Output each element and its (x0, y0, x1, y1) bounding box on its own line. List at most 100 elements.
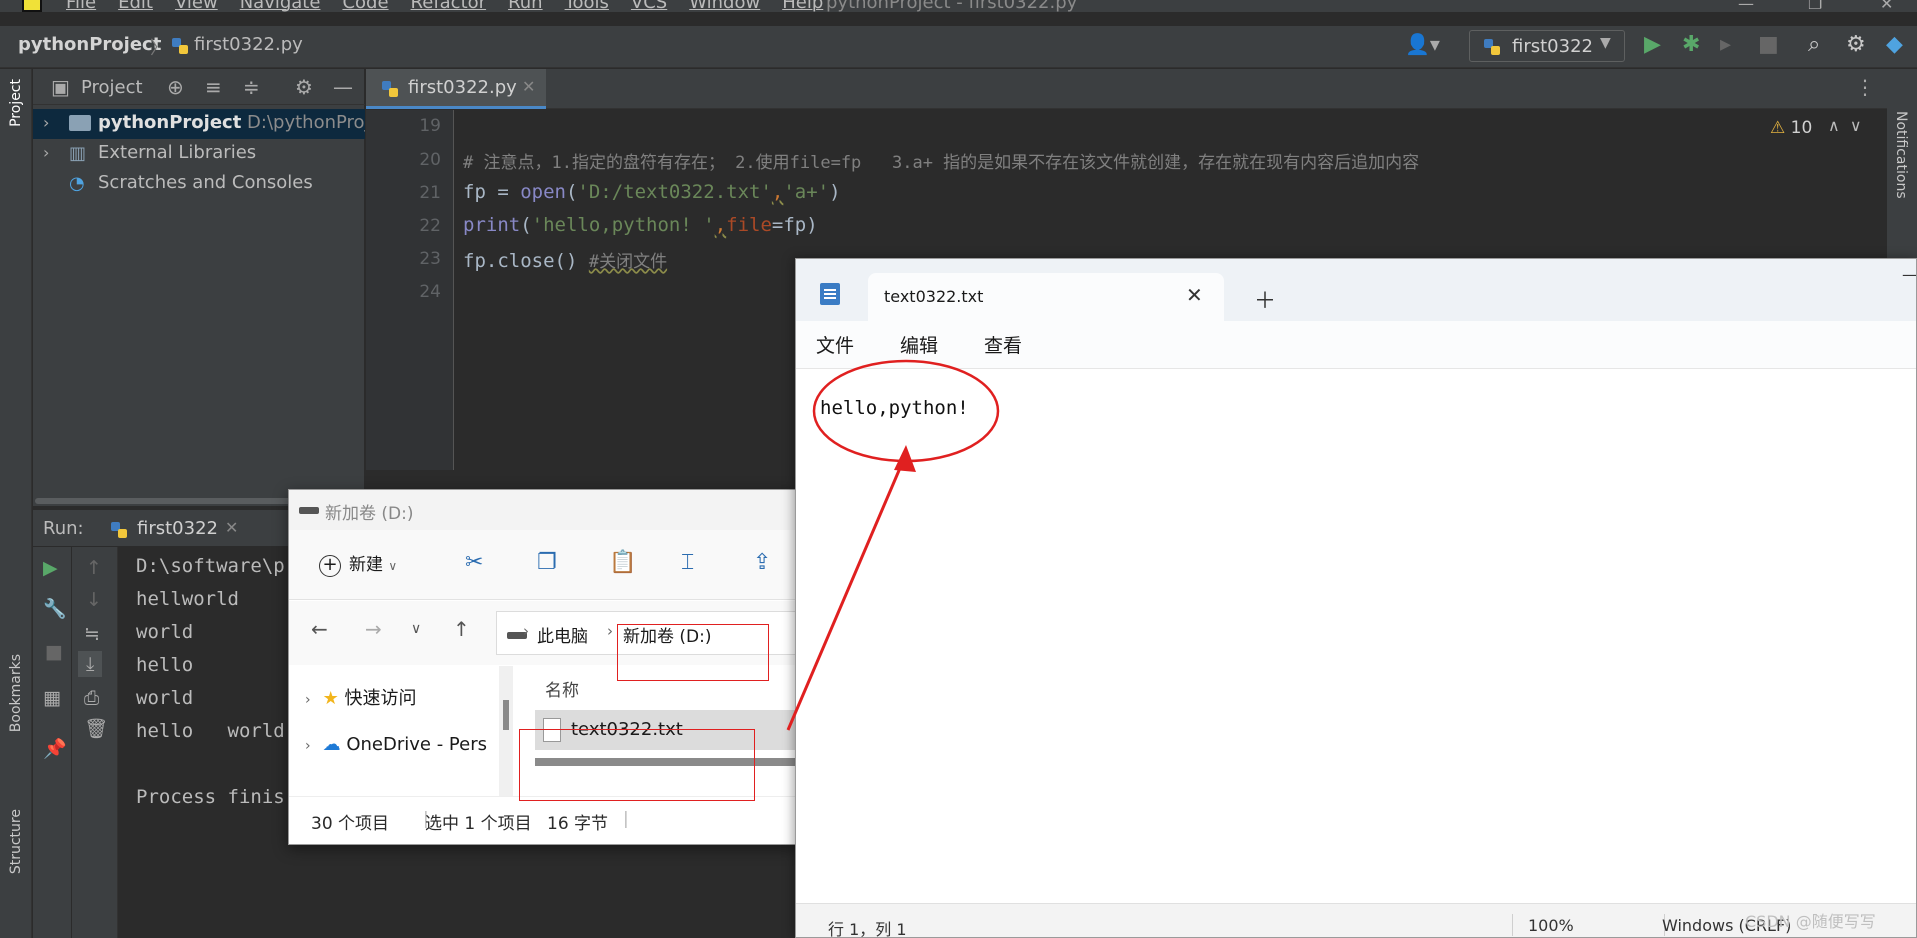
up-icon[interactable]: ↑ (453, 617, 470, 641)
menu-run[interactable]: Run (508, 0, 543, 12)
gear-icon[interactable]: ⚙ (295, 75, 313, 99)
code-token: , (714, 214, 727, 236)
scroll-to-end-icon[interactable]: ⤓ (78, 651, 103, 677)
arrow-down-icon[interactable]: ↓ (86, 589, 102, 611)
wrench-icon[interactable]: 🔧 (43, 597, 67, 620)
notepad-icon (820, 283, 840, 305)
tree-item-external-libraries[interactable]: › ▥ External Libraries (33, 139, 365, 169)
locate-icon[interactable]: ⊕ (167, 75, 184, 99)
scrollbar-thumb[interactable] (35, 498, 295, 504)
stop-icon[interactable]: ■ (45, 641, 63, 663)
menu-edit[interactable]: Edit (118, 0, 153, 12)
code-line-21: fp = open('D:/text0322.txt','a+') (463, 181, 841, 203)
add-tab-icon[interactable]: ＋ (1254, 283, 1276, 315)
console-line: D:\software\p (136, 555, 285, 577)
nav-item-quick-access[interactable]: › ★ 快速访问 (305, 684, 416, 710)
close-tab-icon[interactable]: ✕ (1186, 283, 1203, 307)
coverage-icon[interactable]: ▸ (1720, 32, 1731, 57)
debug-icon[interactable]: ✱ (1682, 32, 1700, 57)
settings-icon[interactable]: ⚙ (1846, 32, 1866, 57)
expand-all-icon[interactable]: ≡ (205, 75, 222, 99)
more-options-icon[interactable]: ⋮ (1855, 75, 1875, 99)
warning-navigation[interactable]: ∧ ∨ (1828, 116, 1862, 135)
rerun-icon[interactable]: ▶ (43, 557, 58, 579)
project-panel-title[interactable]: Project (81, 77, 143, 98)
chevron-right-icon: › (523, 622, 529, 640)
breadcrumb-file[interactable]: first0322.py (194, 34, 303, 55)
status-zoom: 100% (1528, 916, 1574, 935)
close-icon[interactable]: ✕ (1880, 0, 1893, 12)
notepad-tab-text0322[interactable]: text0322.txt ✕ (868, 273, 1224, 321)
cut-icon[interactable]: ✂ (465, 550, 483, 575)
close-tab-icon[interactable]: ✕ (522, 77, 535, 96)
recent-locations-icon[interactable]: ∨ (411, 621, 421, 637)
print-icon[interactable]: ⎙ (84, 687, 99, 709)
menu-navigate[interactable]: Navigate (240, 0, 321, 12)
collapse-all-icon[interactable]: ≑ (243, 75, 260, 99)
share-icon[interactable]: ⇪ (753, 550, 771, 575)
new-button[interactable]: + 新建 ∨ (319, 550, 397, 577)
chevron-down-icon[interactable]: ∨ (1850, 116, 1862, 135)
close-tab-icon[interactable]: ✕ (225, 518, 238, 537)
line-number: 19 (419, 116, 441, 136)
tool-window-bookmarks[interactable]: Bookmarks (8, 654, 24, 732)
editor-tab-first0322[interactable]: first0322.py ✕ (366, 69, 546, 109)
menu-file[interactable]: File (66, 0, 96, 12)
breadcrumb-this-pc[interactable]: 此电脑 (537, 622, 588, 647)
status-divider: | (623, 809, 629, 829)
layout-icon[interactable]: ▦ (43, 687, 61, 709)
nav-item-onedrive[interactable]: › ☁ OneDrive - Pers (305, 734, 487, 755)
search-icon[interactable]: ⌕ (1808, 32, 1820, 57)
menu-refactor[interactable]: Refactor (411, 0, 487, 12)
stop-icon[interactable]: ■ (1758, 32, 1779, 57)
notepad-tab-strip: text0322.txt ✕ ＋ — (796, 259, 1916, 321)
watermark: CSDN @随便写写 (1745, 912, 1876, 931)
rename-icon[interactable]: ⌶ (681, 550, 694, 575)
code-token: fp = (463, 181, 521, 203)
tree-item-scratches[interactable]: ◔ Scratches and Consoles (33, 169, 365, 199)
library-icon: ▥ (69, 143, 87, 164)
forward-icon[interactable]: → (365, 617, 382, 641)
menu-view[interactable]: 查看 (984, 331, 1022, 358)
menu-file[interactable]: 文件 (816, 331, 854, 358)
scrollbar-thumb[interactable] (503, 700, 509, 730)
breadcrumb-project[interactable]: pythonProject (18, 34, 161, 55)
menu-window[interactable]: Window (689, 0, 760, 12)
run-icon[interactable]: ▶ (1644, 32, 1661, 57)
menu-edit[interactable]: 编辑 (900, 331, 938, 358)
status-divider (1512, 914, 1513, 936)
pin-icon[interactable]: 📌 (43, 737, 67, 760)
copy-icon[interactable]: ❐ (537, 550, 557, 575)
tree-item-project-root[interactable]: › pythonProject D:\pythonProje (33, 109, 365, 139)
user-account-icon[interactable]: 👤▾ (1405, 32, 1440, 56)
paste-icon[interactable]: 📋 (609, 550, 636, 575)
plugin-icon[interactable]: ◆ (1886, 32, 1903, 57)
hide-icon[interactable]: — (333, 75, 353, 99)
run-tab-label[interactable]: first0322 (137, 518, 218, 539)
chevron-up-icon[interactable]: ∧ (1828, 116, 1840, 135)
menu-view[interactable]: View (175, 0, 218, 12)
tool-window-notifications[interactable]: Notifications (1893, 111, 1909, 199)
menu-code[interactable]: Code (342, 0, 388, 12)
nav-scrollbar[interactable] (499, 666, 513, 796)
minimize-icon[interactable]: — (1902, 265, 1916, 284)
code-line-23: fp.close() #关闭文件 (463, 247, 667, 272)
back-icon[interactable]: ← (311, 617, 328, 641)
maximize-icon[interactable]: ❐ (1808, 0, 1822, 12)
minimize-icon[interactable]: — (1738, 0, 1754, 12)
menu-help[interactable]: Help (782, 0, 823, 12)
notepad-text-area[interactable]: hello,python! (796, 369, 1916, 903)
menu-tools[interactable]: Tools (565, 0, 609, 12)
tool-window-project[interactable]: Project (8, 79, 24, 127)
menu-vcs[interactable]: VCS (631, 0, 667, 12)
run-configuration-select[interactable]: first0322 ▼ (1469, 30, 1625, 62)
status-selected-size: 16 字节 (547, 814, 609, 834)
folder-icon (69, 115, 91, 131)
trash-icon[interactable]: 🗑 (84, 717, 108, 740)
tool-window-structure[interactable]: Structure (8, 809, 24, 874)
arrow-up-icon[interactable]: ↑ (86, 557, 102, 579)
inspection-warnings[interactable]: ⚠ 10 (1770, 118, 1812, 138)
column-header-name[interactable]: 名称 (545, 676, 579, 701)
soft-wrap-icon[interactable]: ≒ (84, 623, 100, 645)
code-comment: #关闭文件 (588, 252, 668, 272)
